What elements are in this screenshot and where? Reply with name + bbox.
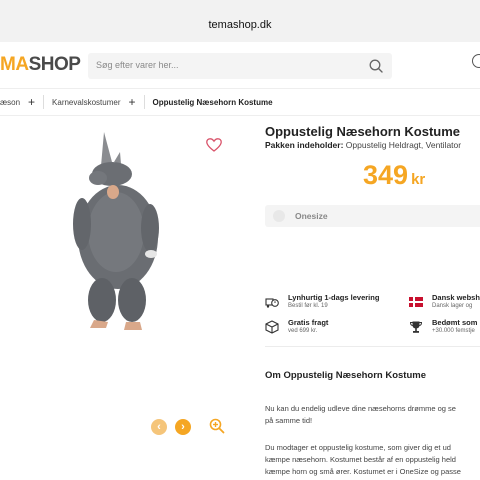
usp-item: Gratis fragt ved 699 kr. [265, 318, 405, 342]
usp-title: Lynhurtig 1-dags levering [288, 293, 380, 302]
usp-title: Gratis fragt [288, 318, 329, 327]
usp-subtitle: Bestil før kl. 19 [288, 303, 328, 309]
search-icon[interactable] [368, 58, 384, 74]
breadcrumb-divider [143, 95, 145, 109]
logo-text-part2: SHOP [28, 54, 81, 75]
site-logo[interactable]: MA SHOP [0, 52, 81, 78]
usp-subtitle: ved 699 kr. [288, 328, 318, 334]
product-gallery: ‹ › [0, 116, 240, 480]
breadcrumb-label: æson [0, 97, 21, 107]
product-info: Oppustelig Næsehorn Kostume Pakken indeh… [265, 116, 480, 480]
description-line: kæmpe næsehorn. Kostumet består af en op… [265, 455, 456, 464]
trophy-icon [409, 321, 423, 333]
usp-item: Dansk websh Dansk lager og [409, 293, 480, 317]
breadcrumb: æson + Karnevalskostumer + Oppustelig Næ… [0, 88, 480, 116]
site-header: MA SHOP Søg efter varer her... [0, 42, 480, 88]
description-line: kæmpe horn og små ører. Kostumet er i On… [265, 467, 461, 476]
usp-item: Lynhurtig 1-dags levering Bestil før kl.… [265, 293, 405, 317]
breadcrumb-item[interactable]: æson + [0, 89, 43, 115]
section-divider [265, 346, 480, 347]
size-label: Onesize [295, 211, 328, 221]
search-placeholder: Søg efter varer her... [96, 60, 179, 70]
plus-icon[interactable]: + [28, 95, 35, 109]
zoom-in-icon[interactable] [209, 418, 225, 434]
logo-text-part1: MA [0, 54, 29, 75]
package-icon [265, 320, 279, 334]
usp-title: Bedømt som [432, 318, 478, 327]
search-input[interactable]: Søg efter varer her... [88, 53, 392, 79]
product-price: 349 kr [363, 160, 425, 191]
plus-icon[interactable]: + [129, 95, 136, 109]
chevron-left-icon[interactable]: ‹ [151, 419, 167, 435]
usp-title: Dansk websh [432, 293, 480, 302]
breadcrumb-label: Oppustelig Næsehorn Kostume [152, 97, 273, 107]
package-contents-label: Pakken indeholder: [265, 140, 344, 150]
package-contents-value: Oppustelig Heldragt, Ventilator [345, 140, 462, 150]
breadcrumb-item[interactable]: Karnevalskostumer + [52, 89, 144, 115]
breadcrumb-current: Oppustelig Næsehorn Kostume [153, 89, 281, 115]
about-heading: Om Oppustelig Næsehorn Kostume [265, 370, 426, 381]
breadcrumb-divider [43, 95, 45, 109]
browser-address-bar[interactable]: temashop.dk [0, 0, 480, 42]
package-contents: Pakken indeholder: Oppustelig Heldragt, … [265, 140, 461, 150]
danish-flag-icon [409, 297, 423, 307]
breadcrumb-label: Karnevalskostumer [52, 97, 121, 107]
truck-clock-icon [265, 298, 279, 308]
heart-icon[interactable] [206, 138, 222, 152]
url-text[interactable]: temashop.dk [190, 14, 290, 36]
price-value: 349 [363, 160, 409, 190]
usp-subtitle: +30.000 femstje [432, 328, 475, 334]
size-radio[interactable] [273, 210, 285, 222]
price-currency: kr [411, 171, 426, 188]
description-line: Nu kan du endelig udleve dine næsehorns … [265, 404, 456, 413]
description-line: på samme tid! [265, 416, 313, 425]
usp-subtitle: Dansk lager og [432, 303, 473, 309]
user-icon[interactable] [472, 54, 480, 68]
product-image[interactable] [68, 132, 168, 337]
chevron-right-icon[interactable]: › [175, 419, 191, 435]
description-line: Du modtager et oppustelig kostume, som g… [265, 443, 451, 452]
size-option[interactable]: Onesize [265, 205, 480, 227]
usp-item: Bedømt som +30.000 femstje [409, 318, 480, 342]
product-title: Oppustelig Næsehorn Kostume [265, 124, 461, 139]
